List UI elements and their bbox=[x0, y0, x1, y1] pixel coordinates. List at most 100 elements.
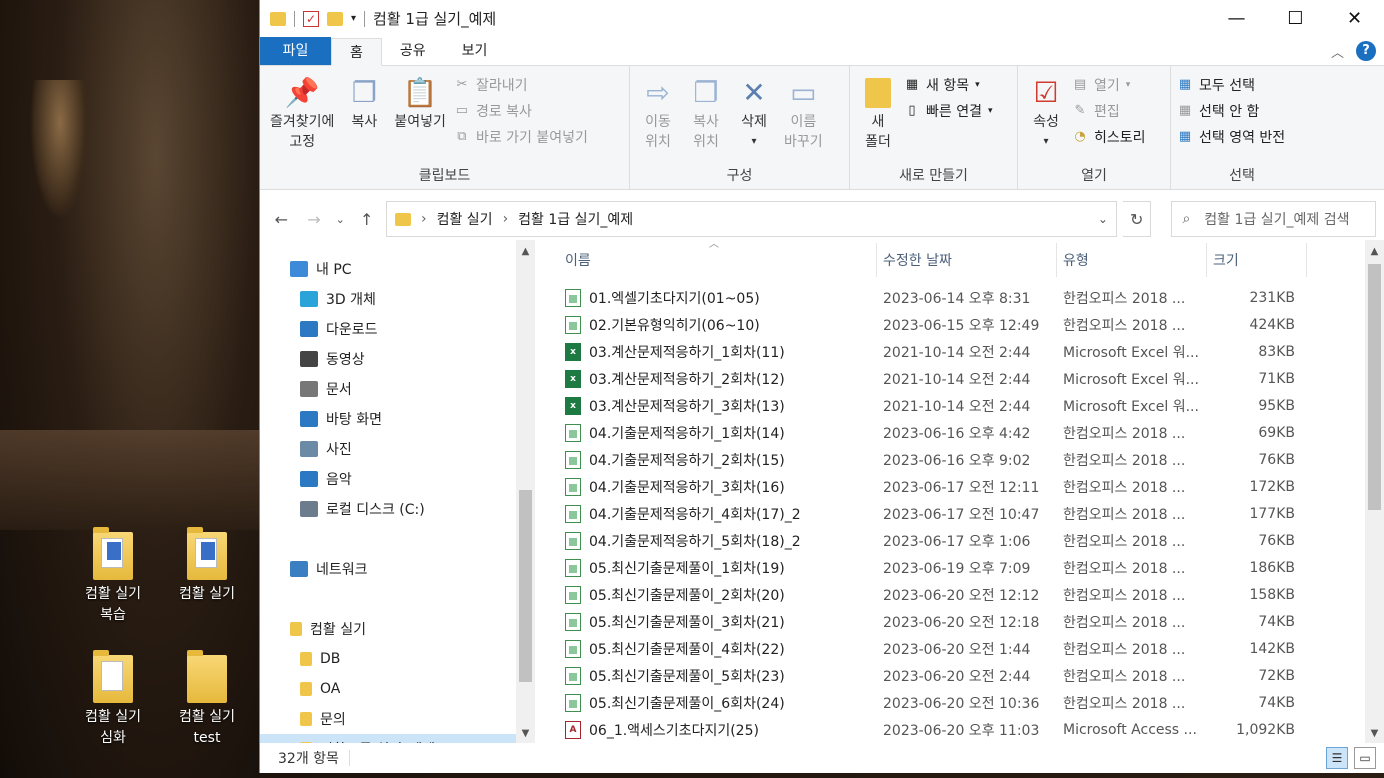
easy-access-button[interactable]: ▯ 빠른 연결 ▾ bbox=[904, 100, 992, 122]
file-row[interactable]: 05.최신기출문제풀이_4회차(22) 2023-06-20 오전 1:44 한컴오… bbox=[559, 635, 1384, 662]
file-size: 76KB bbox=[1258, 532, 1295, 549]
forward-arrow-icon[interactable]: → bbox=[301, 210, 328, 229]
properties-button[interactable]: ☑ 속성 ▾ bbox=[1024, 72, 1068, 154]
column-header-date[interactable]: 수정한 날짜 bbox=[877, 243, 1057, 277]
file-row[interactable]: x 03.계산문제적응하기_1회차(11) 2021-10-14 오전 2:44 Mi… bbox=[559, 338, 1384, 365]
breadcrumb-item[interactable]: 컴활 실기 bbox=[437, 209, 493, 229]
nav-item[interactable]: 문서 bbox=[260, 374, 535, 404]
scroll-down-icon[interactable]: ▼ bbox=[516, 728, 535, 739]
delete-button[interactable]: ✕ 삭제 ▾ bbox=[732, 72, 776, 154]
select-all-button[interactable]: ▦ 모두 선택 bbox=[1177, 74, 1307, 96]
history-button[interactable]: ◔ 히스토리 bbox=[1072, 126, 1145, 148]
nav-item[interactable]: 컴활 1급 실기_예제 bbox=[260, 734, 535, 743]
scroll-thumb[interactable] bbox=[1368, 264, 1381, 510]
file-list-scrollbar[interactable]: ▲ ▼ bbox=[1365, 240, 1384, 743]
properties-check-icon[interactable]: ✓ bbox=[303, 10, 319, 27]
new-item-button[interactable]: ▦ 새 항목 ▾ bbox=[904, 74, 993, 96]
address-bar[interactable]: › 컴활 실기 › 컴활 1급 실기_예제 ⌄ bbox=[385, 201, 1117, 237]
search-input[interactable]: ⌕ 컴활 1급 실기_예제 검색 bbox=[1171, 201, 1377, 237]
nav-item[interactable]: 내 PC bbox=[260, 254, 535, 284]
collapse-ribbon-icon[interactable]: ︿ bbox=[1331, 42, 1344, 61]
file-row[interactable]: 05.최신기출문제풀이_1회차(19) 2023-06-19 오후 7:09 한컴오… bbox=[559, 554, 1384, 581]
desktop-icon-review[interactable]: 컴활 실기 복습 bbox=[68, 527, 158, 626]
rename-label-2: 바꾸기 bbox=[784, 134, 823, 150]
tab-view[interactable]: 보기 bbox=[444, 37, 506, 65]
file-date: 2023-06-20 오전 1:44 bbox=[883, 641, 1031, 658]
invert-selection-button[interactable]: ▦ 선택 영역 반전 bbox=[1177, 126, 1307, 148]
nav-scrollbar[interactable]: ▲ ▼ bbox=[516, 240, 535, 743]
file-row[interactable]: 04.기출문제적응하기_5회차(18)_2 2023-06-17 오후 1:06 한… bbox=[559, 527, 1384, 554]
tab-share[interactable]: 공유 bbox=[382, 37, 444, 65]
chevron-down-icon: ▾ bbox=[1043, 136, 1049, 147]
nav-item[interactable]: 음악 bbox=[260, 464, 535, 494]
file-row[interactable]: 04.기출문제적응하기_3회차(16) 2023-06-17 오전 12:11 한컴… bbox=[559, 473, 1384, 500]
nav-item[interactable]: 로컬 디스크 (C:) bbox=[260, 494, 535, 524]
scroll-up-icon[interactable]: ▲ bbox=[516, 246, 535, 257]
file-row[interactable]: 05.최신기출문제풀이_2회차(20) 2023-06-20 오전 12:12 한컴… bbox=[559, 581, 1384, 608]
pin-to-quick-access-button[interactable]: 📌 즐겨찾기에 고정 bbox=[266, 72, 338, 154]
minimize-button[interactable]: — bbox=[1207, 0, 1266, 36]
file-row[interactable]: 05.최신기출문제풀이_3회차(21) 2023-06-20 오전 12:18 한컴… bbox=[559, 608, 1384, 635]
desktop-wallpaper-lamp bbox=[30, 80, 90, 220]
scroll-thumb[interactable] bbox=[519, 490, 532, 682]
rename-button[interactable]: ▭ 이름 바꾸기 bbox=[780, 72, 827, 154]
edit-button[interactable]: ✎ 편집 bbox=[1072, 100, 1146, 122]
nav-item[interactable]: 바탕 화면 bbox=[260, 404, 535, 434]
copy-path-button[interactable]: ▭ 경로 복사 bbox=[454, 100, 588, 122]
paste-button[interactable]: 📋 붙여넣기 bbox=[390, 72, 450, 154]
refresh-icon[interactable]: ↻ bbox=[1122, 201, 1152, 237]
file-row[interactable]: 04.기출문제적응하기_4회차(17)_2 2023-06-17 오전 10:47… bbox=[559, 500, 1384, 527]
tab-file[interactable]: 파일 bbox=[260, 37, 331, 65]
select-none-button[interactable]: ▦ 선택 안 함 bbox=[1177, 100, 1307, 122]
breadcrumb-item[interactable]: 컴활 1급 실기_예제 bbox=[518, 209, 633, 229]
nav-item[interactable]: 문의 bbox=[260, 704, 535, 734]
help-icon[interactable]: ? bbox=[1356, 41, 1376, 61]
large-icons-view-icon[interactable]: ▭ bbox=[1354, 747, 1376, 769]
column-header-size[interactable]: 크기 bbox=[1207, 243, 1307, 277]
new-folder-button[interactable]: 새 폴더 bbox=[856, 72, 900, 154]
recent-locations-chevron-icon[interactable]: ⌄ bbox=[333, 213, 347, 226]
file-row[interactable]: x 03.계산문제적응하기_3회차(13) 2021-10-14 오전 2:44 Mi… bbox=[559, 392, 1384, 419]
file-row[interactable]: 04.기출문제적응하기_2회차(15) 2023-06-16 오후 9:02 한컴오… bbox=[559, 446, 1384, 473]
file-row[interactable]: 05.최신기출문제풀이_6회차(24) 2023-06-20 오전 10:36 한컴… bbox=[559, 689, 1384, 716]
open-group-label: 열기 bbox=[1081, 168, 1107, 184]
address-dropdown-icon[interactable]: ⌄ bbox=[1098, 212, 1108, 226]
file-row[interactable]: 02.기본유형익히기(06~10) 2023-06-15 오후 12:49 한컴오피… bbox=[559, 311, 1384, 338]
details-view-icon[interactable]: ☰ bbox=[1326, 747, 1348, 769]
customize-toolbar-icon[interactable]: ▾ bbox=[351, 13, 356, 24]
open-button[interactable]: ▤ 열기 ▾ bbox=[1072, 74, 1146, 96]
file-row[interactable]: x 03.계산문제적응하기_2회차(12) 2021-10-14 오전 2:44 Mi… bbox=[559, 365, 1384, 392]
close-button[interactable]: ✕ bbox=[1325, 0, 1384, 36]
scroll-down-icon[interactable]: ▼ bbox=[1365, 728, 1384, 739]
copy-to-button[interactable]: ❐ 복사 위치 bbox=[684, 72, 728, 154]
nav-item[interactable]: 동영상 bbox=[260, 344, 535, 374]
nav-item[interactable]: 네트워크 bbox=[260, 554, 535, 584]
nav-item[interactable]: 3D 개체 bbox=[260, 284, 535, 314]
nav-item[interactable]: DB bbox=[260, 644, 535, 674]
nav-item[interactable]: OA bbox=[260, 674, 535, 704]
paste-shortcut-button[interactable]: ⧉ 바로 가기 붙여넣기 bbox=[454, 126, 588, 148]
file-row[interactable]: 01.엑셀기초다지기(01~05) 2023-06-14 오후 8:31 한컴오피스… bbox=[559, 284, 1384, 311]
copy-button[interactable]: ❐ 복사 bbox=[342, 72, 386, 154]
new-folder-icon[interactable] bbox=[327, 11, 343, 26]
file-row[interactable]: 04.기출문제적응하기_1회차(14) 2023-06-16 오후 4:42 한컴오… bbox=[559, 419, 1384, 446]
up-arrow-icon[interactable]: ↑ bbox=[353, 210, 380, 229]
scroll-up-icon[interactable]: ▲ bbox=[1365, 246, 1384, 257]
column-header-name[interactable]: 이름 ︿ bbox=[559, 240, 877, 277]
desktop-icon-advanced[interactable]: 컴활 실기 심화 bbox=[68, 650, 158, 749]
maximize-button[interactable]: ☐ bbox=[1266, 0, 1325, 36]
file-row[interactable]: 05.최신기출문제풀이_5회차(23) 2023-06-20 오전 2:44 한컴오… bbox=[559, 662, 1384, 689]
nav-item[interactable]: 사진 bbox=[260, 434, 535, 464]
content-area: 내 PC 3D 개체 다운로드 동영상 문서 바탕 화면 사진 음악 로컬 디스크 (C:) 네트… bbox=[260, 240, 1384, 743]
nav-item[interactable]: 다운로드 bbox=[260, 314, 535, 344]
nav-item[interactable]: 컴활 실기 bbox=[260, 614, 535, 644]
cut-button[interactable]: ✂ 잘라내기 bbox=[454, 74, 588, 96]
desktop-icon-practical[interactable]: 컴활 실기 bbox=[162, 527, 252, 605]
move-to-button[interactable]: ⇨ 이동 위치 bbox=[636, 72, 680, 154]
desktop-icon-test[interactable]: 컴활 실기 test bbox=[162, 650, 252, 749]
tab-home[interactable]: 홈 bbox=[331, 38, 382, 66]
column-header-type[interactable]: 유형 bbox=[1057, 243, 1207, 277]
back-arrow-icon[interactable]: ← bbox=[268, 210, 295, 229]
file-row[interactable]: A 06_1.액세스기초다지기(25) 2023-06-20 오후 11:03 Mic… bbox=[559, 716, 1384, 743]
